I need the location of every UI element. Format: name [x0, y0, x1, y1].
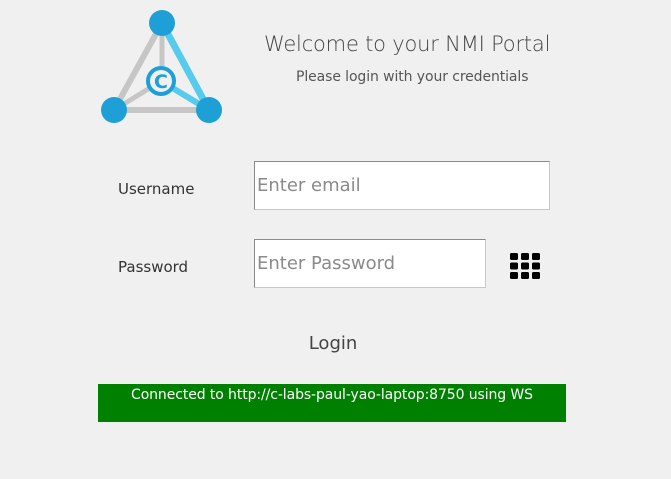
page-title: Welcome to your NMI Portal	[264, 32, 551, 56]
username-label: Username	[118, 180, 195, 198]
c-labs-logo-icon: C	[101, 10, 222, 123]
keypad-grid-icon[interactable]	[510, 253, 540, 279]
page-subtitle: Please login with your credentials	[296, 69, 529, 85]
connection-status-bar: Connected to http://c-labs-paul-yao-lapt…	[98, 384, 566, 422]
login-button[interactable]: Login	[300, 333, 366, 354]
password-label: Password	[118, 258, 189, 276]
svg-text:C: C	[154, 71, 168, 93]
password-input[interactable]	[254, 239, 486, 288]
username-input[interactable]	[254, 161, 550, 210]
